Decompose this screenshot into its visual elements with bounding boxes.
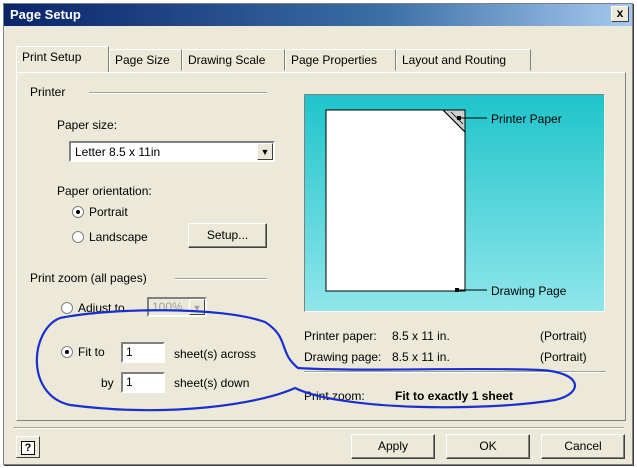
tab-layout-routing[interactable]: Layout and Routing [396,49,531,71]
preview-graphic [325,109,487,292]
title-bar: Page Setup x [4,4,632,26]
apply-button[interactable]: Apply [351,434,435,459]
tab-print-setup[interactable]: Print Setup [16,46,109,72]
help-button[interactable]: ? [16,436,40,458]
radio-unselected-icon [61,302,73,314]
paper-size-value: Letter 8.5 x 11in [75,145,161,159]
bottom-separator [14,427,624,429]
page-preview: Printer Paper Drawing Page [304,94,605,312]
printer-paper-preview-label: Printer Paper [491,112,562,126]
drawing-page-info-label: Drawing page: [304,350,382,364]
radio-selected-icon [61,346,73,358]
print-zoom-info-label: Print zoom: [304,389,365,403]
printer-paper-info-value: 8.5 x 11 in. [392,329,450,343]
fit-to-label: Fit to [78,345,105,359]
adjust-to-select: 100% ▼ [147,297,207,317]
page-setup-dialog: Page Setup x Print Setup Page Size Drawi… [3,3,633,465]
info-separator [304,371,606,373]
portrait-label: Portrait [89,205,128,219]
close-button[interactable]: x [611,6,629,22]
drawing-page-rect [325,109,466,292]
landscape-label: Landscape [89,230,148,244]
tab-drawing-scale[interactable]: Drawing Scale [182,49,285,71]
print-zoom-info-value: Fit to exactly 1 sheet [395,389,514,403]
by-label: by [101,376,114,390]
sheets-across-label: sheet(s) across [174,347,257,361]
print-zoom-group-line [175,278,267,280]
tab-page-properties[interactable]: Page Properties [285,49,396,71]
adjust-to-label: Adjust to [78,301,125,315]
print-zoom-group-label: Print zoom (all pages) [30,271,147,285]
sheets-down-label: sheet(s) down [174,376,250,390]
sheets-down-input[interactable]: 1 [121,372,165,393]
setup-button[interactable]: Setup... [188,223,267,248]
adjust-to-radio[interactable]: Adjust to [61,301,125,315]
drawing-page-info-value: 8.5 x 11 in. [392,350,450,364]
paper-size-select[interactable]: Letter 8.5 x 11in ▼ [69,141,275,162]
drawing-page-orientation: (Portrait) [540,350,587,364]
cancel-button[interactable]: Cancel [541,434,625,459]
chevron-down-icon[interactable]: ▼ [257,143,273,160]
chevron-down-icon: ▼ [189,299,205,315]
paper-size-label: Paper size: [57,118,118,132]
landscape-radio[interactable]: Landscape [72,230,148,244]
printer-group-line [89,92,267,94]
help-icon: ? [21,441,35,455]
window-title: Page Setup [10,7,81,22]
portrait-radio[interactable]: Portrait [72,205,128,219]
drawing-page-preview-label: Drawing Page [491,284,567,298]
printer-paper-orientation: (Portrait) [540,329,587,343]
radio-unselected-icon [72,231,84,243]
printer-paper-info-label: Printer paper: [304,329,377,343]
ok-button[interactable]: OK [446,434,530,459]
sheets-across-input[interactable]: 1 [121,342,165,363]
tab-page-size[interactable]: Page Size [109,49,182,71]
fit-to-radio[interactable]: Fit to [61,345,105,359]
adjust-to-value: 100% [152,300,183,314]
printer-group-label: Printer [30,85,66,99]
radio-selected-icon [72,206,84,218]
paper-orientation-label: Paper orientation: [57,184,152,198]
print-setup-panel: Printer Paper size: Letter 8.5 x 11in ▼ … [16,72,626,421]
